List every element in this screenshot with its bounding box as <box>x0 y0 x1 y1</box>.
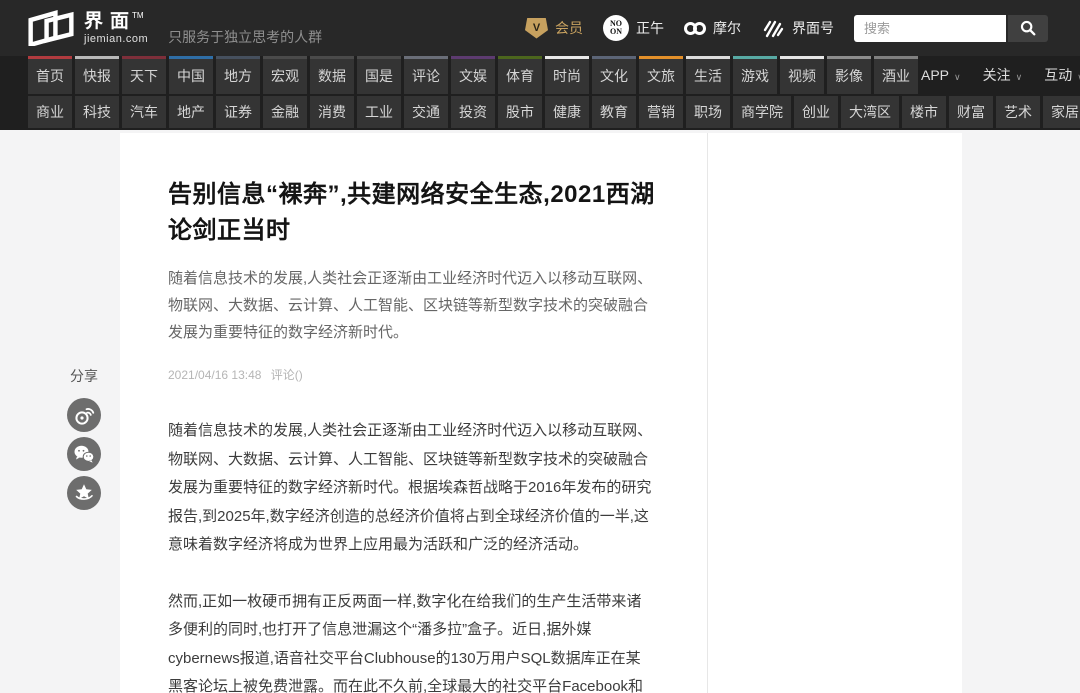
nav-link-interact[interactable]: 互动∨ <box>1044 65 1080 85</box>
main-navigation: 首页快报天下中国地方宏观数据国是评论文娱体育时尚文化文旅生活游戏视频影像酒业 A… <box>0 56 1080 130</box>
jiemian-logo[interactable]: 界面TM jiemian.com <box>28 10 148 46</box>
nav-item[interactable]: 视频 <box>780 56 824 94</box>
article-date: 2021/04/16 13:48 <box>168 368 261 382</box>
nav-item[interactable]: 证券 <box>216 96 260 128</box>
member-link[interactable]: V 会员 <box>525 18 583 39</box>
search-bar <box>854 15 1048 42</box>
nav-item[interactable]: 生活 <box>686 56 730 94</box>
weibo-share-button[interactable] <box>67 398 101 432</box>
logo-trademark: TM <box>132 11 144 20</box>
nav-item[interactable]: 中国 <box>169 56 213 94</box>
nav-item[interactable]: 数据 <box>310 56 354 94</box>
nav-item[interactable]: 金融 <box>263 96 307 128</box>
article-title: 告别信息“裸奔”,共建网络安全生态,2021西湖论剑正当时 <box>168 177 655 249</box>
nav-item[interactable]: 酒业 <box>874 56 918 94</box>
article-summary: 随着信息技术的发展,人类社会正逐渐由工业经济时代迈入以移动互联网、物联网、大数据… <box>168 265 655 346</box>
noon-label: 正午 <box>636 18 664 38</box>
member-label: 会员 <box>555 18 583 38</box>
logo-text: 界面TM jiemian.com <box>84 12 148 45</box>
nav-item[interactable]: 影像 <box>827 56 871 94</box>
content-card: 告别信息“裸奔”,共建网络安全生态,2021西湖论剑正当时 随着信息技术的发展,… <box>120 133 962 693</box>
search-input[interactable] <box>854 15 1006 42</box>
nav-item[interactable]: 快报 <box>75 56 119 94</box>
nav-item[interactable]: 营销 <box>639 96 683 128</box>
nav-item[interactable]: 文娱 <box>451 56 495 94</box>
nav-item[interactable]: 游戏 <box>733 56 777 94</box>
nav-item[interactable]: 商学院 <box>733 96 791 128</box>
nav-item[interactable]: 投资 <box>451 96 495 128</box>
nav-item[interactable]: 健康 <box>545 96 589 128</box>
weibo-icon <box>72 403 96 427</box>
wechat-icon <box>72 442 96 466</box>
wechat-share-button[interactable] <box>67 437 101 471</box>
nav-row-1: 首页快报天下中国地方宏观数据国是评论文娱体育时尚文化文旅生活游戏视频影像酒业 A… <box>28 56 1080 94</box>
moer-label: 摩尔 <box>713 18 741 38</box>
qzone-share-button[interactable] <box>67 476 101 510</box>
nav-item[interactable]: 时尚 <box>545 56 589 94</box>
noon-icon: NO ON <box>603 15 629 41</box>
article-paragraph: 随着信息技术的发展,人类社会正逐渐由工业经济时代迈入以移动互联网、物联网、大数据… <box>168 417 655 560</box>
nav-item[interactable]: 文旅 <box>639 56 683 94</box>
right-sidebar <box>708 133 962 693</box>
nav-row-2: 商业科技汽车地产证券金融消费工业交通投资股市健康教育营销职场商学院创业大湾区楼市… <box>28 94 1080 130</box>
nav-item[interactable]: 文化 <box>592 56 636 94</box>
nav-item[interactable]: 国是 <box>357 56 401 94</box>
nav-item[interactable]: 股市 <box>498 96 542 128</box>
article-paragraph: 然而,正如一枚硬币拥有正反两面一样,数字化在给我们的生产生活带来诸多便利的同时,… <box>168 588 655 693</box>
nav-item[interactable]: 创业 <box>794 96 838 128</box>
moer-infinity-icon <box>684 22 706 35</box>
search-icon <box>1019 19 1037 37</box>
nav-item[interactable]: 楼市 <box>902 96 946 128</box>
header-right-cluster: V 会员 NO ON 正午 摩尔 <box>525 15 1080 42</box>
nav-item[interactable]: 宏观 <box>263 56 307 94</box>
nav-item[interactable]: 首页 <box>28 56 72 94</box>
nav-item[interactable]: 教育 <box>592 96 636 128</box>
page-body: 分享 <box>0 130 1080 693</box>
chevron-down-icon: ∨ <box>1016 72 1023 82</box>
nav-link-app[interactable]: APP∨ <box>921 67 961 83</box>
nav-item[interactable]: 消费 <box>310 96 354 128</box>
vip-badge-icon: V <box>525 18 548 39</box>
nav-item[interactable]: 家居 <box>1043 96 1080 128</box>
browser-page: 界面TM jiemian.com 只服务于独立思考的人群 V 会员 NO ON … <box>0 0 1080 693</box>
jiemianhao-label: 界面号 <box>792 18 834 38</box>
nav-item[interactable]: 艺术 <box>996 96 1040 128</box>
nav-item[interactable]: 体育 <box>498 56 542 94</box>
comment-count-link[interactable]: 评论() <box>271 368 303 382</box>
jiemianhao-link[interactable]: 界面号 <box>761 16 834 40</box>
noon-link[interactable]: NO ON 正午 <box>603 15 664 41</box>
article: 告别信息“裸奔”,共建网络安全生态,2021西湖论剑正当时 随着信息技术的发展,… <box>120 133 708 693</box>
moer-link[interactable]: 摩尔 <box>684 18 741 38</box>
search-button[interactable] <box>1008 15 1048 42</box>
nav-item[interactable]: 地产 <box>169 96 213 128</box>
share-label: 分享 <box>62 366 106 386</box>
nav-item[interactable]: 科技 <box>75 96 119 128</box>
article-meta: 2021/04/16 13:48 评论() <box>168 366 655 383</box>
chevron-down-icon: ∨ <box>954 72 961 82</box>
nav-item[interactable]: 评论 <box>404 56 448 94</box>
article-body: 随着信息技术的发展,人类社会正逐渐由工业经济时代迈入以移动互联网、物联网、大数据… <box>168 417 655 693</box>
site-header: 界面TM jiemian.com 只服务于独立思考的人群 V 会员 NO ON … <box>0 0 1080 56</box>
nav-item[interactable]: 地方 <box>216 56 260 94</box>
nav-item[interactable]: 天下 <box>122 56 166 94</box>
jiemian-logo-icon <box>28 10 74 46</box>
jiemianhao-hatch-icon <box>761 16 785 40</box>
logo-domain: jiemian.com <box>84 34 148 45</box>
nav-item[interactable]: 财富 <box>949 96 993 128</box>
nav-link-follow[interactable]: 关注∨ <box>983 65 1023 85</box>
nav-item[interactable]: 职场 <box>686 96 730 128</box>
nav-item[interactable]: 商业 <box>28 96 72 128</box>
nav-item[interactable]: 汽车 <box>122 96 166 128</box>
site-tagline: 只服务于独立思考的人群 <box>168 27 322 56</box>
qzone-icon <box>72 481 96 505</box>
nav-item[interactable]: 工业 <box>357 96 401 128</box>
nav-row-1-right: APP∨关注∨互动∨登录 <box>921 56 1080 94</box>
nav-item[interactable]: 大湾区 <box>841 96 899 128</box>
logo-title: 界面 <box>84 11 136 32</box>
nav-row-1-items: 首页快报天下中国地方宏观数据国是评论文娱体育时尚文化文旅生活游戏视频影像酒业 <box>28 56 921 94</box>
nav-item[interactable]: 交通 <box>404 96 448 128</box>
share-rail: 分享 <box>62 366 106 515</box>
